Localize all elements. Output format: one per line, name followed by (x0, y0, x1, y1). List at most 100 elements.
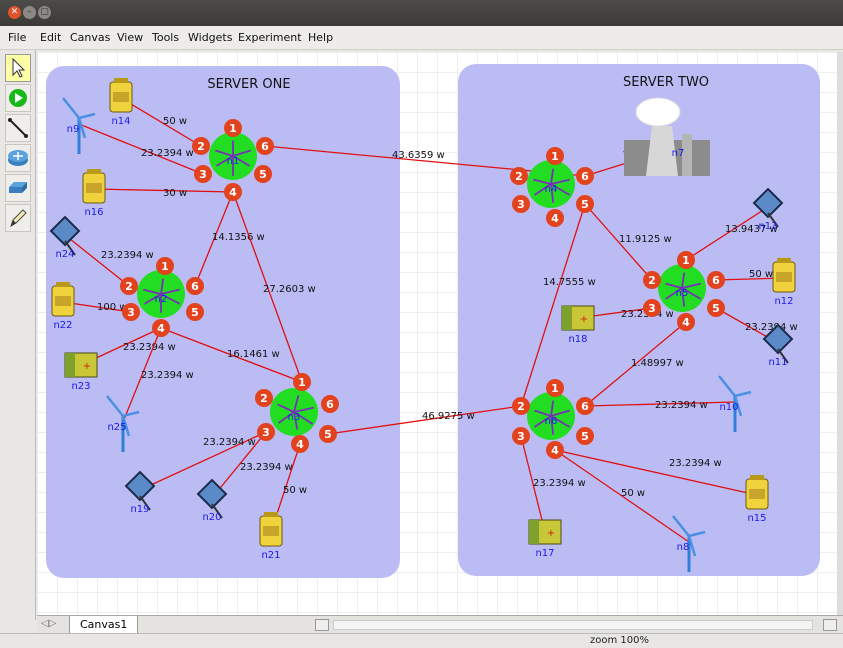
battery-cap-icon (87, 169, 101, 174)
port-number: 6 (326, 398, 334, 411)
node-n15[interactable]: n15 (745, 475, 769, 524)
status-bar: zoom 100% (0, 633, 843, 648)
charger-plus-icon: + (83, 361, 91, 372)
port-number: 1 (161, 260, 169, 273)
battery-cap-icon (750, 475, 764, 480)
minimize-window-icon[interactable]: – (23, 6, 36, 19)
menu-bar: File Edit Canvas View Tools Widgets Expe… (0, 26, 843, 50)
node-name: n8 (677, 542, 690, 553)
node-name: n21 (261, 550, 280, 561)
link-power-label: 23.2394 w (141, 370, 194, 381)
port-number: 5 (324, 428, 332, 441)
link-power-label: 27.2603 w (263, 284, 316, 295)
port-number: 1 (229, 122, 237, 135)
play-icon (9, 89, 27, 107)
router-tool-button[interactable] (5, 144, 31, 172)
node-name: n25 (107, 422, 126, 433)
node-n14[interactable]: n14 (109, 78, 133, 127)
link-power-label: 50 w (749, 269, 773, 280)
menu-canvas[interactable]: Canvas (70, 31, 110, 44)
node-name: n20 (202, 512, 221, 523)
menu-help[interactable]: Help (308, 31, 333, 44)
port-number: 1 (551, 382, 559, 395)
node-name: n15 (747, 513, 766, 524)
topology-canvas[interactable]: SERVER ONE SERVER TWO 50 w 23.2394 w 30 w 43.… (37, 52, 837, 615)
router-name: n5 (676, 288, 689, 299)
battery-cap-icon (264, 512, 278, 517)
canvas-tab-bar: ◁▷ Canvas1 (37, 615, 843, 634)
port-number: 1 (551, 150, 559, 163)
port-number: 1 (298, 376, 306, 389)
horizontal-scrollbar[interactable] (333, 620, 813, 630)
port-number: 4 (229, 186, 237, 199)
port-number: 4 (682, 316, 690, 329)
link-power-label: 30 w (163, 188, 187, 199)
port-number: 6 (581, 400, 589, 413)
link-power-label: 50 w (163, 116, 187, 127)
link-tool-button[interactable] (5, 114, 31, 142)
tab-canvas1[interactable]: Canvas1 (69, 616, 139, 634)
charger-plus-icon: + (547, 528, 555, 539)
link-power-label: 46.9275 w (422, 411, 475, 422)
port-number: 1 (682, 254, 690, 267)
port-number: 6 (712, 274, 720, 287)
switch-tool-button[interactable] (5, 174, 31, 202)
battery-band-icon (776, 272, 792, 282)
menu-file[interactable]: File (8, 31, 26, 44)
annotation-tool-button[interactable] (5, 204, 31, 232)
scroll-right-button[interactable] (823, 619, 837, 631)
maximize-window-icon[interactable]: ▢ (38, 6, 51, 19)
port-number: 3 (199, 168, 207, 181)
switch-icon (9, 182, 27, 193)
link-power-label: 23.2394 w (240, 462, 293, 473)
port-number: 2 (260, 392, 268, 405)
node-name: n16 (84, 207, 103, 218)
node-n22[interactable]: n22 (51, 282, 75, 331)
menu-experiment[interactable]: Experiment (238, 31, 302, 44)
node-name: n12 (774, 296, 793, 307)
node-name: n19 (130, 504, 149, 515)
zoom-level: zoom 100% (590, 635, 649, 646)
battery-cap-icon (56, 282, 70, 287)
link-power-label: 14.1356 w (212, 232, 265, 243)
node-name: n13 (758, 221, 777, 232)
node-n12[interactable]: n12 (772, 258, 796, 307)
port-number: 3 (127, 306, 135, 319)
router-name: n1 (227, 156, 240, 167)
node-n21[interactable]: n21 (259, 512, 283, 561)
link-power-label: 23.2394 w (655, 400, 708, 411)
menu-view[interactable]: View (117, 31, 143, 44)
start-session-button[interactable] (5, 84, 31, 112)
menu-edit[interactable]: Edit (40, 31, 61, 44)
router-name: n6 (545, 416, 558, 427)
port-number: 5 (712, 302, 720, 315)
charger-plus-icon: + (580, 314, 588, 325)
port-number: 3 (648, 302, 656, 315)
node-n16[interactable]: n16 (82, 169, 106, 218)
port-number: 5 (259, 168, 267, 181)
port-number: 2 (197, 140, 205, 153)
charger-side-icon (529, 520, 539, 544)
port-number: 3 (517, 198, 525, 211)
port-number: 2 (517, 400, 525, 413)
battery-cap-icon (114, 78, 128, 83)
battery-cap-icon (777, 258, 791, 263)
port-number: 6 (261, 140, 269, 153)
battery-band-icon (263, 526, 279, 536)
link-power-label: 11.9125 w (619, 234, 672, 245)
menu-widgets[interactable]: Widgets (188, 31, 232, 44)
port-number: 4 (296, 438, 304, 451)
scroll-left-button[interactable] (315, 619, 329, 631)
link-power-label: 50 w (621, 488, 645, 499)
charger-side-icon (65, 353, 75, 377)
pencil-icon (10, 209, 27, 228)
title-bar: ✕ – ▢ (0, 0, 843, 26)
node-name: n18 (568, 334, 587, 345)
vertical-scrollbar[interactable] (837, 52, 843, 615)
node-name: n14 (111, 116, 130, 127)
menu-tools[interactable]: Tools (152, 31, 179, 44)
server-two-title: SERVER TWO (623, 75, 709, 90)
scroll-left-icon[interactable]: ◁▷ (41, 618, 56, 629)
select-tool-button[interactable] (5, 54, 31, 82)
close-window-icon[interactable]: ✕ (8, 6, 21, 19)
